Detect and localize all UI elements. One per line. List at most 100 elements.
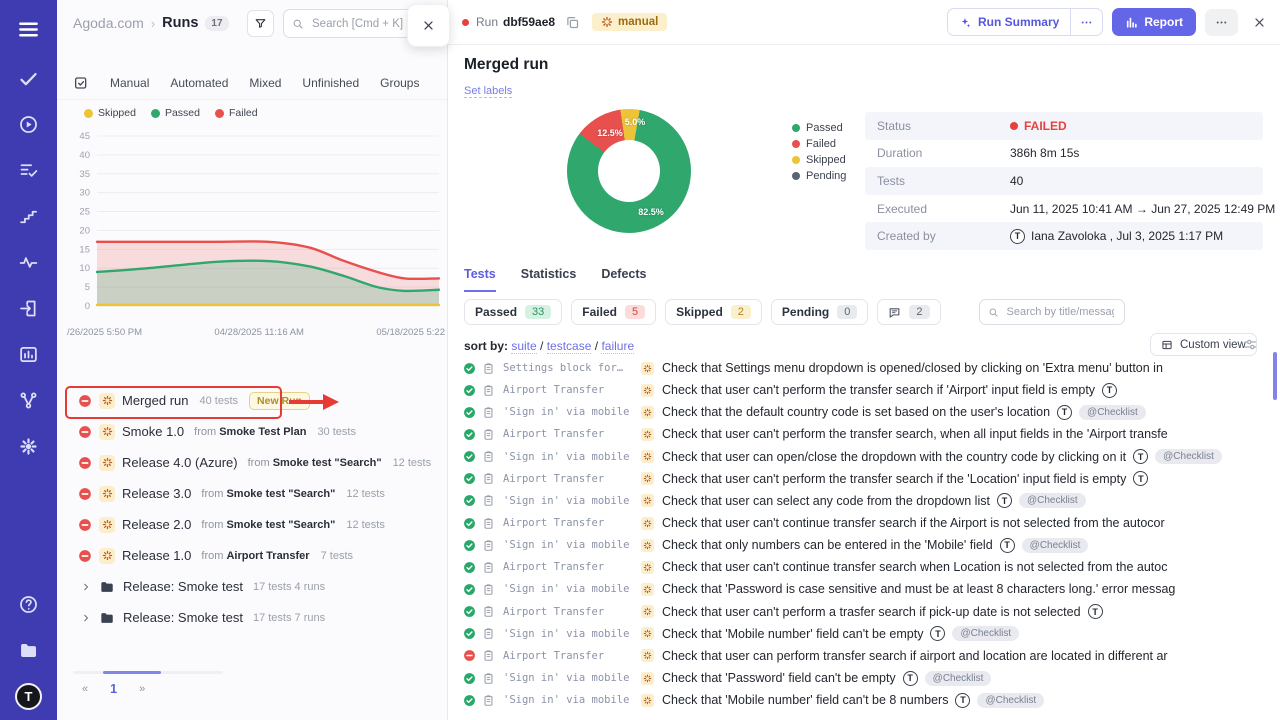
manual-test-icon <box>641 428 654 441</box>
close-detail-icon[interactable] <box>1253 16 1266 29</box>
pagination-next[interactable]: » <box>139 683 145 695</box>
run-list-item[interactable]: Smoke 1.0from Smoke Test Plan30 tests <box>57 416 447 447</box>
tab-mixed[interactable]: Mixed <box>249 76 281 90</box>
assignee-avatar: T <box>1088 604 1103 619</box>
settings-icon[interactable] <box>18 436 39 457</box>
reports-icon[interactable] <box>18 344 39 365</box>
svg-text:5: 5 <box>85 282 90 293</box>
run-group-item[interactable]: Release: Smoke test17 tests 4 runs <box>57 571 447 602</box>
tab-unfinished[interactable]: Unfinished <box>302 76 359 90</box>
projects-folder-icon[interactable] <box>18 640 39 661</box>
view-settings-icon[interactable] <box>1243 337 1258 352</box>
chip-skipped[interactable]: Skipped2 <box>665 299 762 325</box>
imports-icon[interactable] <box>18 298 39 319</box>
tests-check-icon[interactable] <box>18 68 39 89</box>
tag-badge: @Checklist <box>1019 493 1086 508</box>
panel-close-button[interactable] <box>407 4 450 47</box>
sort-by-failure[interactable]: failure <box>601 339 634 354</box>
filter-button[interactable] <box>247 10 274 37</box>
test-row[interactable]: 'Sign in' via mobileCheck that 'Password… <box>448 667 1272 689</box>
test-row[interactable]: Airport TransferCheck that user can't pe… <box>448 468 1272 490</box>
tab-defects[interactable]: Defects <box>601 267 646 292</box>
info-value: TIana Zavoloka , Jul 3, 2025 1:17 PM <box>1010 229 1223 244</box>
svg-text:15: 15 <box>79 244 90 255</box>
test-row[interactable]: Airport TransferCheck that user can't pe… <box>448 379 1272 401</box>
chip-failed[interactable]: Failed5 <box>571 299 656 325</box>
test-title: Check that 'Password' field can't be emp… <box>662 671 896 685</box>
select-runs-icon[interactable] <box>73 75 89 91</box>
info-row-duration: Duration386h 8m 15s <box>865 140 1263 168</box>
test-title: Check that user can't perform the transf… <box>662 472 1126 486</box>
test-row[interactable]: 'Sign in' via mobileCheck that user can … <box>448 490 1272 512</box>
report-button[interactable]: Report <box>1112 8 1196 36</box>
chip-pending[interactable]: Pending0 <box>771 299 868 325</box>
tag-badge: @Checklist <box>977 693 1044 708</box>
test-row[interactable]: Airport TransferCheck that user can't pe… <box>448 423 1272 445</box>
app-root: T Agoda.com › Runs 17 ManualAutomatedMix… <box>0 0 1280 720</box>
tab-statistics[interactable]: Statistics <box>521 267 577 292</box>
svg-text:45: 45 <box>79 131 90 142</box>
test-row[interactable]: 'Sign in' via mobileCheck that the defau… <box>448 401 1272 423</box>
insights-icon[interactable] <box>18 252 39 273</box>
test-row[interactable]: Settings block for…Check that Settings m… <box>448 357 1272 379</box>
test-suite: 'Sign in' via mobile <box>503 495 633 507</box>
test-row[interactable]: Airport TransferCheck that user can't co… <box>448 512 1272 534</box>
test-row[interactable]: 'Sign in' via mobileCheck that 'Mobile n… <box>448 689 1272 711</box>
spinner-glyph <box>643 408 652 417</box>
run-title: Merged run <box>464 56 548 74</box>
menu-icon[interactable] <box>17 18 40 41</box>
group-meta: 17 tests 7 runs <box>253 612 325 624</box>
tab-groups[interactable]: Groups <box>380 76 419 90</box>
test-row[interactable]: 'Sign in' via mobileCheck that only numb… <box>448 534 1272 556</box>
tests-search-input[interactable] <box>1005 305 1116 319</box>
more-actions-button[interactable] <box>1205 9 1238 36</box>
tab-automated[interactable]: Automated <box>170 76 228 90</box>
run-list-item[interactable]: Release 2.0from Smoke test "Search"12 te… <box>57 509 447 540</box>
vertical-scrollbar-thumb[interactable] <box>1273 352 1277 400</box>
copy-icon[interactable] <box>565 15 580 30</box>
run-list-item[interactable]: Release 1.0from Airport Transfer7 tests <box>57 540 447 571</box>
pagination-prev[interactable]: « <box>82 683 88 695</box>
sort-row: sort by: suite / testcase / failure <box>464 339 634 353</box>
versions-icon[interactable] <box>18 390 39 411</box>
sort-by-suite[interactable]: suite <box>511 339 536 354</box>
sort-by-testcase[interactable]: testcase <box>547 339 592 354</box>
passed-status-icon <box>463 561 476 574</box>
runs-play-icon[interactable] <box>18 114 39 135</box>
runs-search-input[interactable] <box>310 17 420 31</box>
x-axis-label: 05/18/2025 5:22 <box>376 327 445 338</box>
tab-manual[interactable]: Manual <box>110 76 149 90</box>
passed-status-icon <box>463 517 476 530</box>
test-row[interactable]: Airport TransferCheck that user can perf… <box>448 645 1272 667</box>
milestones-icon[interactable] <box>18 206 39 227</box>
run-group-item[interactable]: Release: Smoke test17 tests 7 runs <box>57 602 447 633</box>
pagination-page-1[interactable]: 1 <box>110 682 117 696</box>
spinner-glyph <box>102 488 113 499</box>
test-results-icon[interactable] <box>18 160 39 181</box>
user-avatar[interactable]: T <box>15 683 42 710</box>
run-summary-button[interactable]: Run Summary <box>947 8 1103 36</box>
test-title: Check that only numbers can be entered i… <box>662 538 993 552</box>
passed-status-icon <box>463 472 476 485</box>
set-labels-link[interactable]: Set labels <box>464 85 512 98</box>
tests-search[interactable] <box>979 299 1125 325</box>
spinner-glyph <box>102 519 113 530</box>
breadcrumb-project[interactable]: Agoda.com <box>73 15 144 31</box>
run-list-item[interactable]: Release 3.0from Smoke test "Search"12 te… <box>57 478 447 509</box>
test-row[interactable]: 'Sign in' via mobileCheck that 'Mobile n… <box>448 623 1272 645</box>
test-row[interactable]: Airport TransferCheck that user can't co… <box>448 556 1272 578</box>
testcase-icon <box>482 627 495 640</box>
run-list-item[interactable]: Release 4.0 (Azure)from Smoke test "Sear… <box>57 447 447 478</box>
help-icon[interactable] <box>18 594 39 615</box>
horizontal-scrollbar-thumb[interactable] <box>103 671 161 674</box>
run-list-item[interactable]: Merged run40 testsNew Run <box>57 385 447 416</box>
chip-passed[interactable]: Passed33 <box>464 299 562 325</box>
test-row[interactable]: 'Sign in' via mobileCheck that 'Password… <box>448 578 1272 600</box>
test-row[interactable]: 'Sign in' via mobileCheck that user can … <box>448 446 1272 468</box>
custom-view-button[interactable]: Custom view <box>1150 333 1257 356</box>
manual-run-icon <box>99 517 115 533</box>
tab-tests[interactable]: Tests <box>464 267 496 292</box>
run-summary-more-button[interactable] <box>1070 9 1102 35</box>
test-row[interactable]: Airport TransferCheck that user can't pe… <box>448 601 1272 623</box>
comments-chip[interactable]: 2 <box>877 299 940 325</box>
